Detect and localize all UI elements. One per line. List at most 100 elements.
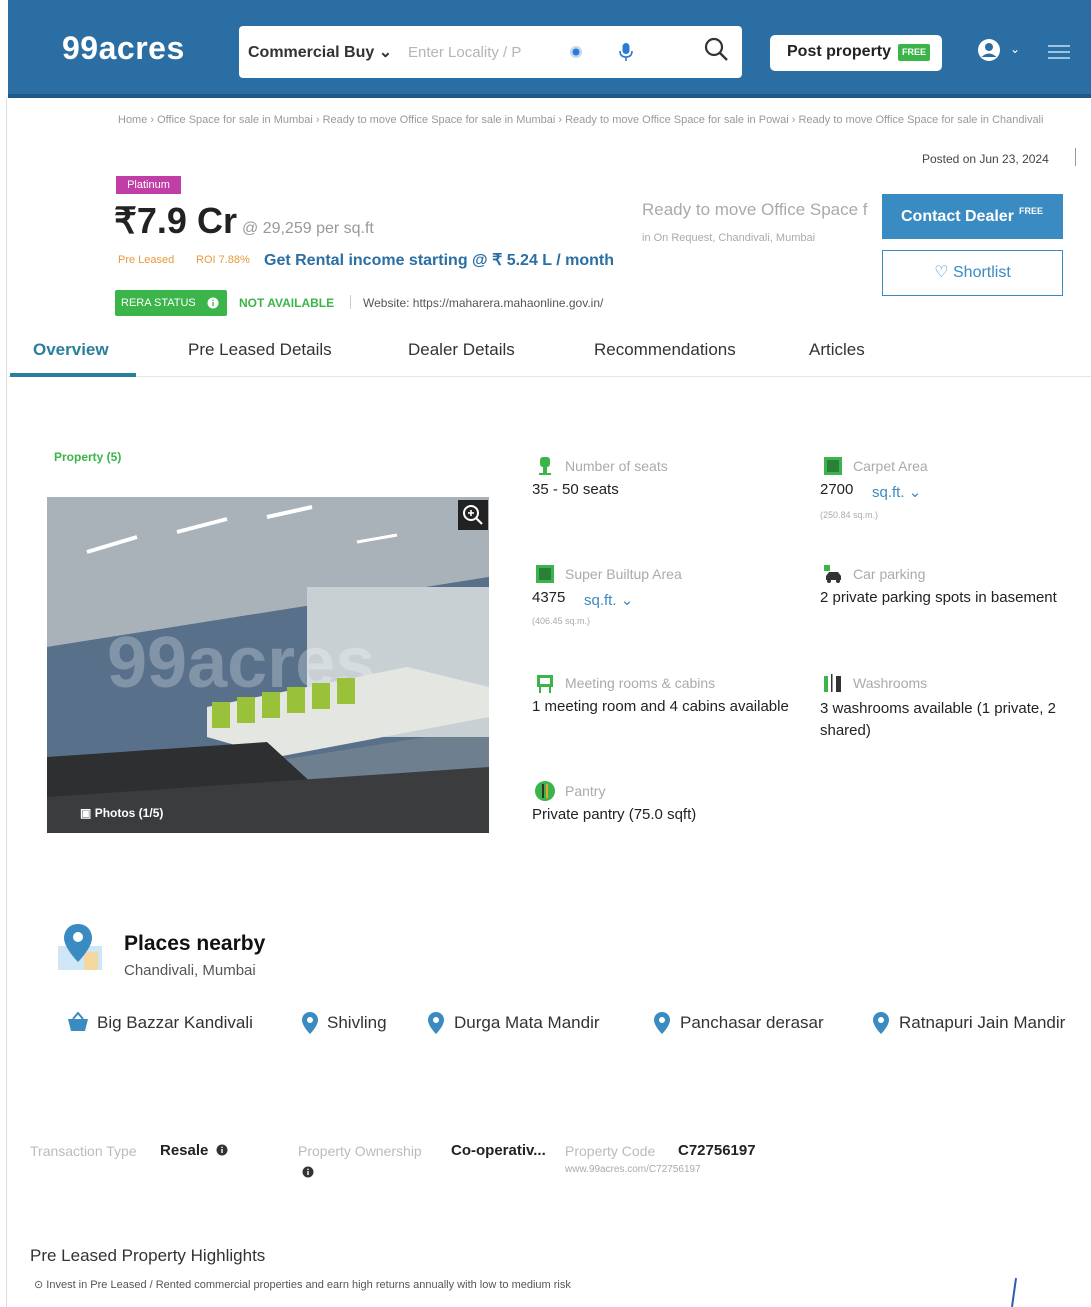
car-icon bbox=[824, 565, 841, 583]
tab-articles[interactable]: Articles bbox=[809, 340, 865, 360]
free-badge: FREE bbox=[1019, 206, 1044, 216]
carpet-area-sqm: (250.84 sq.m.) bbox=[820, 510, 879, 520]
listing-location: in On Request, Chandivali, Mumbai bbox=[642, 232, 816, 244]
page-border bbox=[6, 98, 7, 1307]
super-builtup-label: Super Builtup Area bbox=[565, 566, 682, 582]
pantry-icon bbox=[535, 781, 555, 801]
pre-leased-tag: Pre Leased bbox=[118, 254, 175, 266]
hamburger-menu-icon[interactable] bbox=[1048, 44, 1070, 60]
info-icon[interactable] bbox=[207, 297, 219, 309]
rera-value: NOT AVAILABLE bbox=[239, 296, 335, 310]
transaction-type-value: Resale bbox=[160, 1142, 209, 1159]
unit-label: sq.ft. bbox=[872, 484, 905, 501]
parking-value: 2 private parking spots in basement bbox=[820, 589, 1057, 606]
listing-headline: Ready to move Office Space f bbox=[642, 200, 868, 219]
chevron-down-icon: ⌄ bbox=[378, 44, 393, 61]
pantry-label: Pantry bbox=[565, 783, 606, 799]
location-pin-icon bbox=[428, 1012, 444, 1034]
search-type-dropdown[interactable]: Commercial Buy ⌄ bbox=[248, 42, 392, 62]
ownership-value: Co-operativ... bbox=[451, 1142, 546, 1159]
property-photo[interactable]: 99acres bbox=[47, 497, 489, 833]
shopping-basket-icon bbox=[68, 1012, 88, 1031]
free-badge: FREE bbox=[898, 44, 930, 61]
platinum-badge: Platinum bbox=[116, 176, 181, 194]
meeting-rooms-label: Meeting rooms & cabins bbox=[565, 675, 716, 691]
places-nearby-location: Chandivali, Mumbai bbox=[124, 962, 256, 979]
parking-label: Car parking bbox=[853, 566, 926, 582]
shortlist-button[interactable]: ♡ Shortlist bbox=[882, 250, 1063, 296]
highlights-text: ⊙ Invest in Pre Leased / Rented commerci… bbox=[34, 1278, 571, 1291]
place-item-ratnapuri-jain-mandir[interactable]: Ratnapuri Jain Mandir bbox=[899, 1013, 1065, 1033]
header-divider bbox=[8, 94, 1091, 98]
meeting-rooms-value: 1 meeting room and 4 cabins available bbox=[532, 698, 789, 715]
property-code-url[interactable]: www.99acres.com/C72756197 bbox=[565, 1164, 701, 1175]
transaction-type-label: Transaction Type bbox=[30, 1143, 137, 1159]
place-item-shivling[interactable]: Shivling bbox=[327, 1013, 387, 1033]
super-builtup-unit-dropdown[interactable]: sq.ft. ⌄ bbox=[584, 591, 633, 609]
photos-count-label: Photos (1/5) bbox=[94, 806, 164, 820]
heart-icon: ♡ bbox=[934, 264, 949, 281]
carpet-unit-dropdown[interactable]: sq.ft. ⌄ bbox=[872, 483, 921, 501]
chevron-down-icon[interactable]: ⌄ bbox=[1010, 42, 1020, 56]
place-item-big-bazzar[interactable]: Big Bazzar Kandivali bbox=[97, 1013, 253, 1033]
highlights-title: Pre Leased Property Highlights bbox=[30, 1246, 266, 1265]
price: ₹7.9 Cr bbox=[114, 200, 237, 241]
posted-date: Posted on Jun 23, 2024 bbox=[922, 152, 1049, 166]
seats-value: 35 - 50 seats bbox=[532, 481, 619, 498]
map-pin-icon bbox=[58, 924, 102, 970]
info-icon[interactable] bbox=[216, 1144, 228, 1156]
site-logo[interactable]: 99acres bbox=[62, 30, 185, 67]
search-icon[interactable] bbox=[703, 36, 729, 62]
user-account-icon[interactable] bbox=[977, 38, 1003, 64]
roi-tag: ROI 7.88% bbox=[196, 254, 250, 266]
super-builtup-value: 4375 bbox=[532, 589, 566, 606]
divider bbox=[350, 295, 351, 309]
seats-label: Number of seats bbox=[565, 458, 668, 474]
chevron-down-icon: ⌄ bbox=[908, 484, 922, 501]
post-property-label: Post property bbox=[787, 43, 892, 60]
active-tab-indicator bbox=[10, 373, 136, 377]
carpet-area-icon bbox=[824, 457, 842, 475]
place-item-panchasar-derasar[interactable]: Panchasar derasar bbox=[680, 1013, 824, 1033]
contact-dealer-button[interactable]: Contact Dealer bbox=[882, 194, 1063, 239]
pantry-value: Private pantry (75.0 sqft) bbox=[532, 806, 697, 823]
rera-website[interactable]: Website: https://maharera.mahaonline.gov… bbox=[363, 296, 603, 310]
location-pin-icon bbox=[873, 1012, 889, 1034]
builtup-area-icon bbox=[536, 565, 554, 583]
search-type-label: Commercial Buy bbox=[248, 44, 375, 61]
breadcrumb[interactable]: Home › Office Space for sale in Mumbai ›… bbox=[118, 110, 1088, 130]
bullet-icon: ⊙ bbox=[34, 1279, 44, 1291]
carpet-area-label: Carpet Area bbox=[853, 458, 928, 474]
tabs-divider bbox=[8, 376, 1091, 377]
chevron-down-icon: ⌄ bbox=[620, 592, 634, 609]
carpet-area-value: 2700 bbox=[820, 481, 854, 498]
tab-dealer-details[interactable]: Dealer Details bbox=[408, 340, 515, 360]
ownership-label: Property Ownership bbox=[298, 1143, 422, 1159]
tab-recommendations[interactable]: Recommendations bbox=[594, 340, 736, 360]
tab-pre-leased-details[interactable]: Pre Leased Details bbox=[188, 340, 332, 360]
location-pin-icon bbox=[654, 1012, 670, 1034]
rental-income-link[interactable]: Get Rental income starting @ ₹ 5.24 L / … bbox=[264, 250, 614, 270]
property-section-label: Property (5) bbox=[54, 450, 122, 464]
property-code-label: Property Code bbox=[565, 1143, 656, 1159]
washroom-icon bbox=[824, 674, 841, 692]
seat-icon bbox=[539, 457, 551, 475]
image-icon: ▣ bbox=[80, 806, 92, 820]
unit-label: sq.ft. bbox=[584, 592, 617, 609]
shortlist-label: Shortlist bbox=[953, 264, 1011, 281]
tab-overview[interactable]: Overview bbox=[33, 340, 109, 360]
highlights-text-label: Invest in Pre Leased / Rented commercial… bbox=[46, 1279, 571, 1291]
super-builtup-sqm: (406.45 sq.m.) bbox=[532, 616, 591, 626]
place-item-durga-mata-mandir[interactable]: Durga Mata Mandir bbox=[454, 1013, 600, 1033]
photos-count[interactable]: ▣ Photos (1/5) bbox=[80, 806, 163, 820]
meeting-room-icon bbox=[537, 675, 553, 693]
zoom-icon[interactable] bbox=[458, 500, 488, 530]
locate-me-icon[interactable] bbox=[567, 43, 585, 61]
washrooms-value: 3 washrooms available (1 private, 2 shar… bbox=[820, 700, 1056, 739]
washrooms-label: Washrooms bbox=[853, 675, 928, 691]
microphone-icon[interactable] bbox=[618, 42, 634, 62]
search-input[interactable] bbox=[408, 40, 533, 64]
places-nearby-title: Places nearby bbox=[124, 932, 266, 955]
location-pin-icon bbox=[302, 1012, 318, 1034]
info-icon[interactable] bbox=[302, 1166, 314, 1178]
